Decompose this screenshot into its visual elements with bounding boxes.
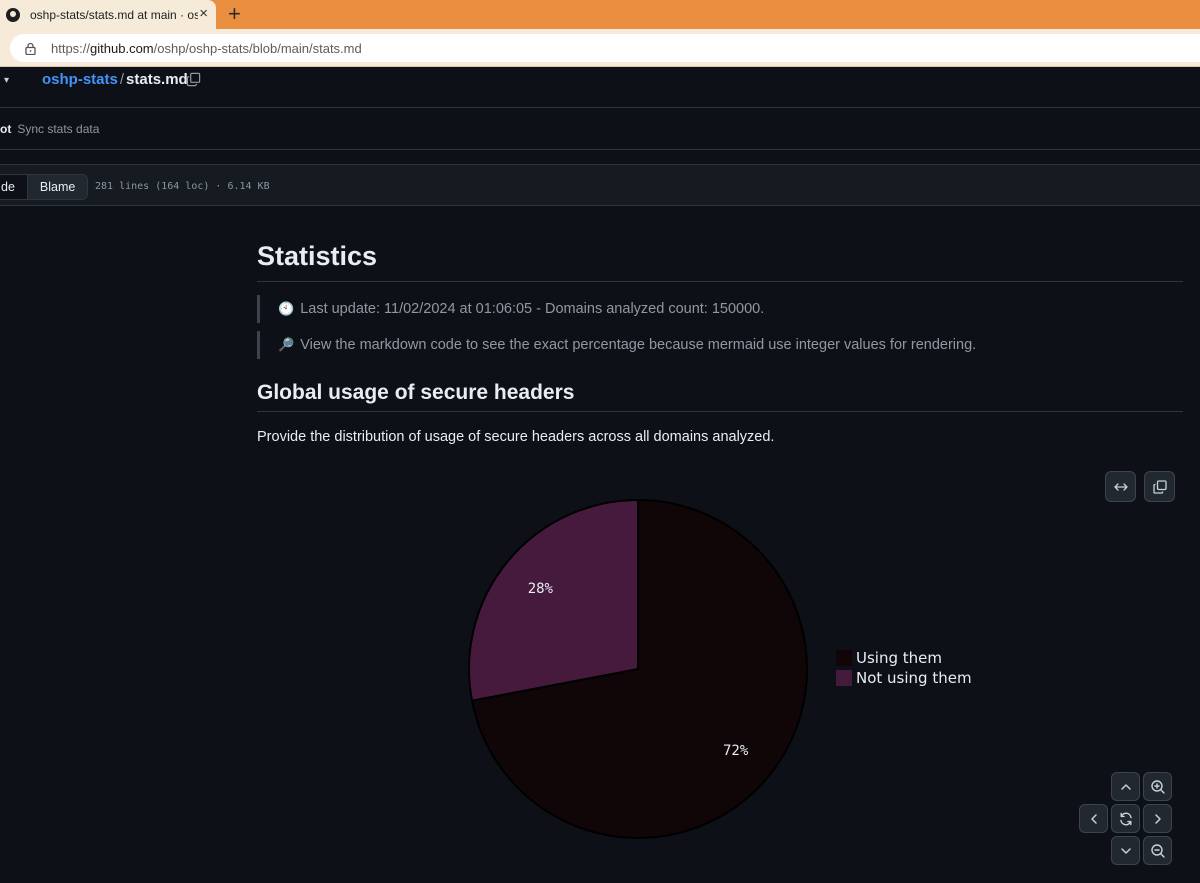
file-toolbar: de Blame 281 lines (164 loc) · 6.14 KB bbox=[0, 164, 1200, 206]
pie-value-label: 28% bbox=[528, 581, 554, 597]
legend-item: Not using them bbox=[836, 668, 972, 688]
repo-header: ▾ oshp-stats / stats.md bbox=[0, 67, 1200, 107]
copy-path-icon[interactable] bbox=[186, 72, 201, 87]
new-tab-button[interactable]: + bbox=[228, 2, 241, 26]
legend-label: Not using them bbox=[856, 669, 972, 687]
legend-swatch bbox=[836, 670, 852, 686]
pan-down-button[interactable] bbox=[1111, 836, 1140, 865]
latest-commit: ot Sync stats data bbox=[0, 122, 99, 136]
lock-icon bbox=[25, 42, 36, 55]
pan-left-button[interactable] bbox=[1079, 804, 1108, 833]
github-favicon-icon bbox=[6, 7, 20, 22]
page-title: Statistics bbox=[257, 241, 378, 271]
divider bbox=[0, 107, 1200, 108]
expand-horizontal-icon bbox=[1113, 482, 1128, 491]
reset-icon bbox=[1119, 812, 1132, 825]
copy-icon bbox=[1152, 479, 1167, 494]
reset-view-button[interactable] bbox=[1111, 804, 1140, 833]
branch-dropdown-caret-icon[interactable]: ▾ bbox=[4, 75, 9, 86]
chevron-down-icon bbox=[1120, 847, 1131, 854]
clock-icon: 🕙 bbox=[278, 301, 295, 316]
zoom-in-icon bbox=[1150, 779, 1165, 794]
browser-tab-bar: oshp-stats/stats.md at main · oshp × + bbox=[0, 0, 1200, 29]
last-update-text: Last update: 11/02/2024 at 01:06:05 - Do… bbox=[300, 301, 765, 317]
address-bar-container: https://github.com/oshp/oshp-stats/blob/… bbox=[0, 29, 1200, 66]
file-info: 281 lines (164 loc) · 6.14 KB bbox=[95, 181, 270, 192]
tab-title: oshp-stats/stats.md at main · oshp bbox=[30, 7, 198, 22]
chevron-right-icon bbox=[1154, 813, 1161, 824]
commit-message[interactable]: Sync stats data bbox=[17, 122, 99, 136]
view-mode-toggle: de Blame bbox=[0, 174, 89, 200]
pan-up-button[interactable] bbox=[1111, 772, 1140, 801]
legend-item: Using them bbox=[836, 648, 972, 668]
magnifier-icon: 🔎 bbox=[278, 337, 295, 352]
pan-right-button[interactable] bbox=[1143, 804, 1172, 833]
tab-close-icon[interactable]: × bbox=[199, 5, 208, 23]
expand-button[interactable] bbox=[1105, 471, 1136, 502]
section-description: Provide the distribution of usage of sec… bbox=[257, 429, 775, 445]
zoom-out-button[interactable] bbox=[1143, 836, 1172, 865]
address-bar[interactable]: https://github.com/oshp/oshp-stats/blob/… bbox=[10, 34, 1200, 62]
commit-author[interactable]: ot bbox=[0, 122, 11, 136]
breadcrumb: oshp-stats / stats.md bbox=[42, 71, 188, 88]
legend-label: Using them bbox=[856, 649, 942, 667]
code-view-button[interactable]: de bbox=[0, 175, 28, 199]
copy-button[interactable] bbox=[1144, 471, 1175, 502]
browser-tab[interactable]: oshp-stats/stats.md at main · oshp × bbox=[0, 0, 216, 29]
zoom-out-icon bbox=[1150, 843, 1165, 858]
section-title: Global usage of secure headers bbox=[257, 381, 575, 404]
divider bbox=[0, 149, 1200, 150]
pie-slice-not-using-them bbox=[468, 498, 639, 702]
chevron-up-icon bbox=[1120, 783, 1131, 790]
heading-rule bbox=[257, 281, 1183, 282]
legend-swatch bbox=[836, 650, 852, 666]
blame-view-button[interactable]: Blame bbox=[27, 175, 88, 199]
breadcrumb-file: stats.md bbox=[126, 71, 188, 88]
breadcrumb-repo-link[interactable]: oshp-stats bbox=[42, 71, 118, 88]
pie-chart: 72% 28% bbox=[468, 498, 808, 839]
url-text[interactable]: https://github.com/oshp/oshp-stats/blob/… bbox=[51, 41, 362, 56]
blockquote-last-update: 🕙 Last update: 11/02/2024 at 01:06:05 - … bbox=[257, 295, 764, 323]
blockquote-note: 🔎 View the markdown code to see the exac… bbox=[257, 331, 976, 359]
pie-value-label: 72% bbox=[723, 743, 749, 759]
note-text: View the markdown code to see the exact … bbox=[300, 337, 977, 353]
zoom-in-button[interactable] bbox=[1143, 772, 1172, 801]
chart-legend: Using them Not using them bbox=[836, 648, 972, 688]
chevron-left-icon bbox=[1090, 813, 1097, 824]
heading-rule bbox=[257, 411, 1183, 412]
